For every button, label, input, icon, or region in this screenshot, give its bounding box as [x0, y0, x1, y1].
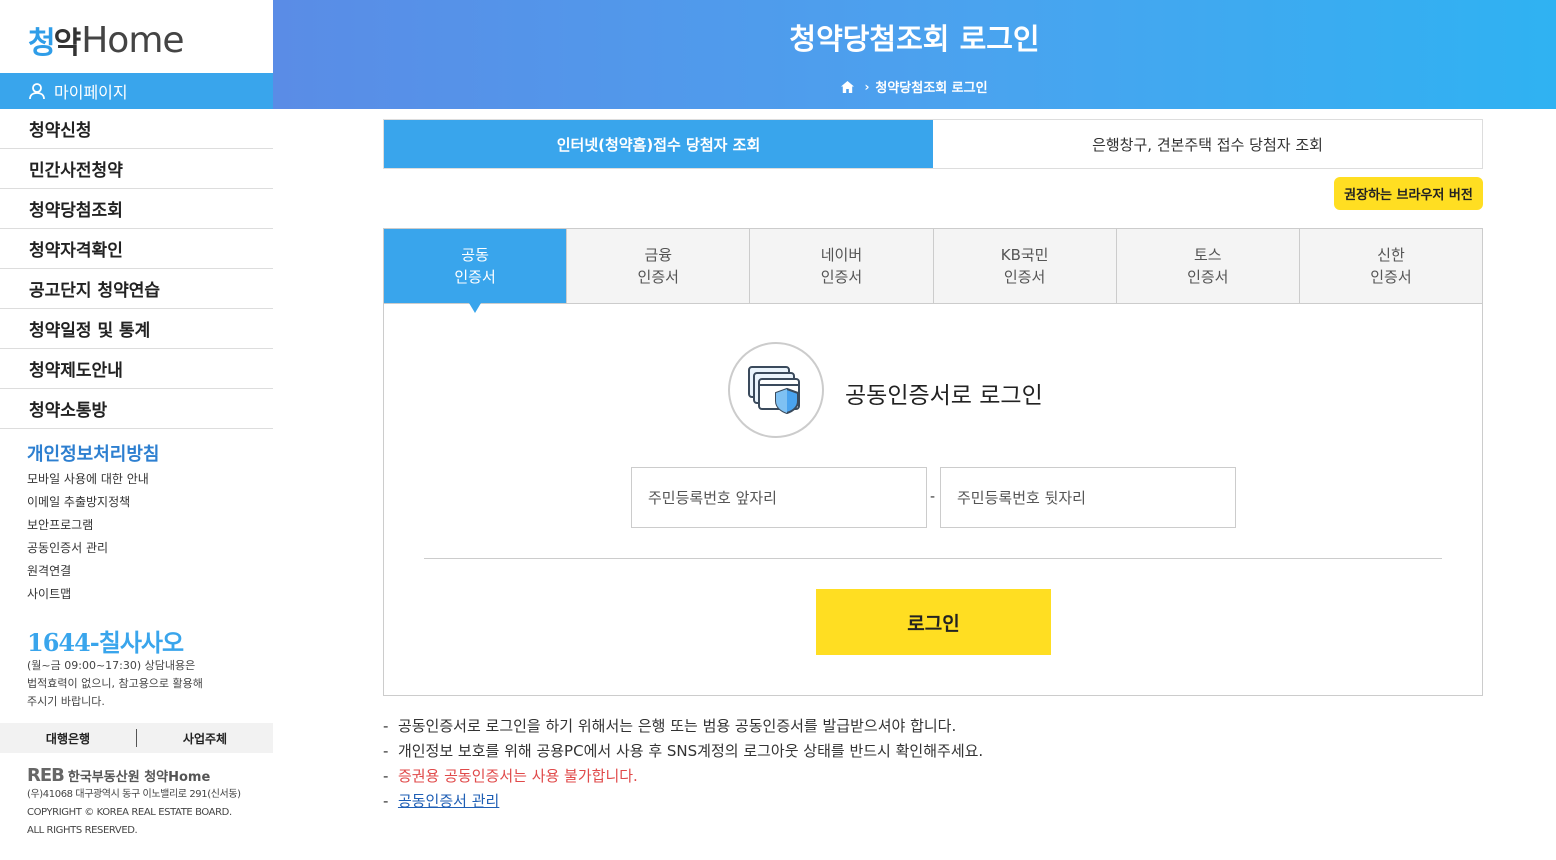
phone-number: 1644-칠사사오: [27, 628, 184, 657]
footer-brand: 청약Home: [144, 770, 211, 785]
certificate-shield-icon: [728, 342, 824, 438]
business-entity-button[interactable]: 사업주체: [137, 730, 273, 747]
tab-label: 인증서: [454, 268, 496, 286]
sublink-email-policy[interactable]: 이메일 추출방지정책: [27, 493, 149, 516]
tab-label: 인증서: [820, 268, 863, 286]
inquiry-type-tabs: 인터넷(청약홈)접수 당첨자 조회 은행창구, 견본주택 접수 당첨자 조회: [383, 119, 1483, 169]
logo-english: Home: [81, 19, 184, 61]
tab-label: 인증서: [1370, 268, 1412, 286]
menu-item-schedule-stats[interactable]: 청약일정 및 통계: [0, 309, 273, 349]
menu-item-practice[interactable]: 공고단지 청약연습: [0, 269, 273, 309]
sublink-cert-management[interactable]: 공동인증서 관리: [27, 539, 149, 562]
mypage-button[interactable]: 마이페이지: [0, 73, 273, 109]
mypage-label: 마이페이지: [54, 83, 128, 102]
tab-label: 토스: [1193, 246, 1222, 264]
note-text: 공동인증서로 로그인을 하기 위해서는 은행 또는 범용 공동인증서를 발급받으…: [397, 717, 957, 735]
reb-logo: REB: [27, 765, 65, 786]
tab-shinhan-certificate[interactable]: 신한 인증서: [1299, 229, 1483, 303]
footer-address: (우)41068 대구광역시 동구 이노밸리로 291(신서동): [27, 789, 241, 800]
tab-label: 공동: [461, 246, 489, 264]
cert-management-link[interactable]: 공동인증서 관리: [398, 792, 499, 810]
user-icon: [29, 83, 45, 100]
logo-korean: 청약: [28, 26, 81, 61]
phone-description: (월~금 09:00~17:30) 상담내용은 법적효력이 없으니, 참고용으로…: [27, 657, 247, 711]
recommended-browser-button[interactable]: 권장하는 브라우저 버전: [1334, 177, 1483, 210]
tab-kb-certificate[interactable]: KB국민 인증서: [933, 229, 1117, 303]
notes: - 공동인증서로 로그인을 하기 위해서는 은행 또는 범용 공동인증서를 발급…: [383, 714, 983, 814]
resident-number-dash: -: [930, 489, 936, 505]
menu-item-winner-inquiry[interactable]: 청약당첨조회: [0, 189, 273, 229]
main-menu: 청약신청 민간사전청약 청약당첨조회 청약자격확인 공고단지 청약연습 청약일정…: [0, 109, 273, 429]
note-text: 개인정보 보호를 위해 공용PC에서 사용 후 SNS계정의 로그아웃 상태를 …: [397, 742, 984, 760]
certificate-tabs: 공동 인증서 금융 인증서 네이버 인증서 KB국민 인증서 토스 인증서 신한…: [384, 229, 1483, 313]
sublink-remote-connect[interactable]: 원격연결: [27, 562, 149, 585]
menu-item-eligibility[interactable]: 청약자격확인: [0, 229, 273, 269]
footer-text: (우)41068 대구광역시 동구 이노밸리로 291(신서동) COPYRIG…: [27, 786, 241, 840]
page-header: 청약당첨조회 로그인 › 청약당첨조회 로그인: [273, 0, 1556, 109]
tab-internet-inquiry[interactable]: 인터넷(청약홈)접수 당첨자 조회: [384, 120, 933, 168]
menu-item-apply[interactable]: 청약신청: [0, 109, 273, 149]
phone-desc-line: 법적효력이 없으니, 참고용으로 활용해: [27, 677, 203, 690]
tab-label: 인증서: [1187, 268, 1229, 286]
resident-number-front-input[interactable]: [631, 467, 927, 528]
login-button[interactable]: 로그인: [816, 589, 1051, 655]
sublink-sitemap[interactable]: 사이트맵: [27, 585, 149, 608]
menu-item-system-guide[interactable]: 청약제도안내: [0, 349, 273, 389]
sidebar: 청약 Home 마이페이지 청약신청 민간사전청약 청약당첨조회 청약자격확인 …: [0, 0, 273, 860]
tab-label: 인증서: [1003, 268, 1046, 286]
footer-org: 한국부동산원: [67, 770, 140, 785]
chevron-right-icon: ›: [864, 79, 870, 94]
note-item: - 공동인증서 관리: [383, 792, 500, 810]
bank-bar: 대행은행 사업주체: [0, 723, 273, 753]
tab-label: 신한: [1377, 246, 1405, 264]
note-item: - 공동인증서로 로그인을 하기 위해서는 은행 또는 범용 공동인증서를 발급…: [383, 717, 957, 735]
certificate-login-panel: 공동 인증서 금융 인증서 네이버 인증서 KB국민 인증서 토스 인증서 신한…: [383, 228, 1483, 696]
phone-desc-line: 주시기 바랍니다.: [27, 695, 105, 708]
note-warning: 증권용 공동인증서는 사용 불가합니다.: [397, 767, 638, 785]
tab-label: 인증서: [637, 268, 679, 286]
page-title: 청약당첨조회 로그인: [789, 22, 1040, 56]
sub-links: 모바일 사용에 대한 안내 이메일 추출방지정책 보안프로그램 공동인증서 관리…: [27, 470, 149, 608]
tab-label: KB국민: [1000, 246, 1049, 264]
tab-toss-certificate[interactable]: 토스 인증서: [1116, 229, 1300, 303]
footer-copyright: COPYRIGHT © KOREA REAL ESTATE BOARD.: [27, 807, 232, 818]
agency-bank-button[interactable]: 대행은행: [0, 730, 136, 747]
sublink-security-program[interactable]: 보안프로그램: [27, 516, 149, 539]
menu-item-private-pre-apply[interactable]: 민간사전청약: [0, 149, 273, 189]
tab-naver-certificate[interactable]: 네이버 인증서: [750, 229, 934, 303]
sublink-mobile-guide[interactable]: 모바일 사용에 대한 안내: [27, 470, 149, 493]
tab-label: 네이버: [820, 246, 863, 264]
login-title: 공동인증서로 로그인: [845, 383, 1043, 409]
tab-label: 금융: [644, 246, 673, 264]
resident-number-back-input[interactable]: [940, 467, 1236, 528]
tab-joint-certificate[interactable]: 공동 인증서: [384, 229, 568, 313]
footer-rights: ALL RIGHTS RESERVED.: [27, 825, 138, 836]
note-item: - 개인정보 보호를 위해 공용PC에서 사용 후 SNS계정의 로그아웃 상태…: [383, 742, 984, 760]
home-icon[interactable]: [841, 80, 855, 93]
privacy-policy-link[interactable]: 개인정보처리방침: [27, 440, 159, 466]
tab-financial-certificate[interactable]: 금융 인증서: [567, 229, 751, 303]
tab-bank-inquiry[interactable]: 은행창구, 견본주택 접수 당첨자 조회: [933, 120, 1482, 168]
divider: [424, 558, 1442, 559]
menu-item-community[interactable]: 청약소통방: [0, 389, 273, 429]
phone-desc-line: (월~금 09:00~17:30) 상담내용은: [27, 659, 196, 672]
breadcrumb-current: 청약당첨조회 로그인: [875, 81, 988, 96]
breadcrumb: › 청약당첨조회 로그인: [273, 77, 1556, 96]
site-logo[interactable]: 청약 Home: [28, 19, 185, 62]
note-item: - 증권용 공동인증서는 사용 불가합니다.: [383, 767, 638, 785]
footer-logo: REB 한국부동산원 청약Home: [27, 765, 210, 786]
